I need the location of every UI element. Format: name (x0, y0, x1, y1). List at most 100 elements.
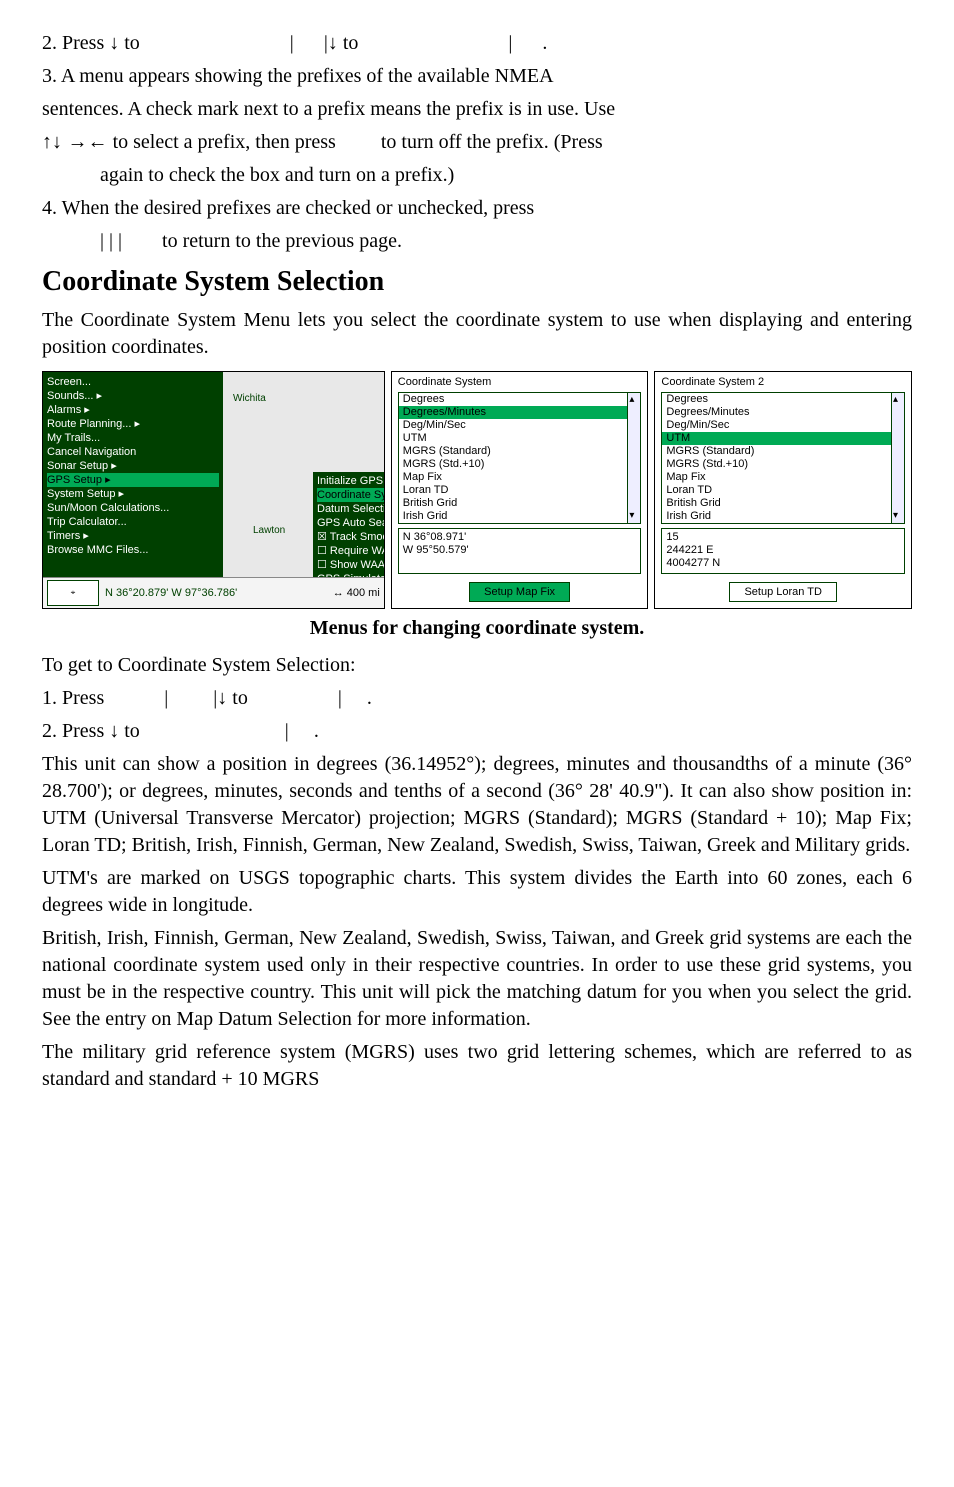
map-city-wichita: Wichita (233, 392, 266, 406)
zoom-scale: ↔ 400 mi (333, 586, 380, 601)
dot: . (314, 720, 319, 742)
step2-to1: to (119, 32, 140, 54)
menu-item[interactable]: My Trails... (47, 431, 219, 445)
list-item[interactable]: Degrees/Minutes (399, 406, 641, 419)
list-item[interactable]: UTM (399, 432, 641, 445)
menu-item[interactable]: Alarms (47, 403, 219, 417)
coord-line: 4004277 N (666, 557, 900, 570)
map-area: Wichita Lawton Initialize GPSCoordinate … (223, 372, 384, 578)
section-heading: Coordinate System Selection (42, 263, 912, 301)
list-item[interactable]: Loran TD (399, 484, 641, 497)
post-intro: To get to Coordinate System Selection: (42, 652, 912, 679)
step2-to2: to (338, 32, 359, 54)
menu-item[interactable]: Sonar Setup (47, 459, 219, 473)
list-item[interactable]: Loran TD (662, 484, 904, 497)
list-item[interactable]: Deg/Min/Sec (399, 419, 641, 432)
setup-loran-td-button[interactable]: Setup Loran TD (729, 582, 836, 603)
list-item[interactable]: MGRS (Std.+10) (662, 458, 904, 471)
dot: . (542, 32, 547, 54)
step-4-line1: 4. When the desired prefixes are checked… (42, 195, 912, 222)
list-item[interactable]: Irish Grid (662, 510, 904, 523)
step-3-line1: 3. A menu appears showing the prefixes o… (42, 63, 912, 90)
scrollbar[interactable] (627, 393, 640, 523)
down-arrow-icon: ↓ (217, 687, 227, 709)
submenu-item[interactable]: ☒ Track Smoothing (317, 530, 384, 544)
step4-return: to return to the previous page. (162, 230, 402, 252)
submenu-item[interactable]: Datum Selection... (317, 502, 384, 516)
body-para-1: This unit can show a position in degrees… (42, 751, 912, 859)
p2a: 2. Press (42, 720, 109, 742)
coordinate-system-list[interactable]: DegreesDegrees/MinutesDeg/Min/SecUTMMGRS… (398, 392, 642, 524)
list-item[interactable]: MGRS (Standard) (399, 445, 641, 458)
down-arrow-icon: ↓ (109, 32, 119, 54)
figure-right-panel: Coordinate System 2 DegreesDegrees/Minut… (654, 371, 912, 610)
list-item[interactable]: Map Fix (662, 471, 904, 484)
pipe: | (290, 32, 294, 54)
submenu-item[interactable]: ☐ Require WAAS (317, 544, 384, 558)
scrollbar[interactable] (891, 393, 904, 523)
step-3-line2: sentences. A check mark next to a prefix… (42, 96, 912, 123)
menu-item[interactable]: System Setup (47, 487, 219, 501)
list-item[interactable]: British Grid (399, 497, 641, 510)
list-item[interactable]: Degrees/Minutes (662, 406, 904, 419)
list-item[interactable]: Irish Grid (399, 510, 641, 523)
menu-item[interactable]: Sun/Moon Calculations... (47, 501, 219, 515)
coordinate-readout: N 36°08.971'W 95°50.579' (398, 528, 642, 574)
body-para-3: British, Irish, Finnish, German, New Zea… (42, 925, 912, 1033)
post-step-1: 1. Press | |↓ to | . (42, 685, 912, 712)
coordinate-system-list-2[interactable]: DegreesDegrees/MinutesDeg/Min/SecUTMMGRS… (661, 392, 905, 524)
pipe: | (508, 32, 512, 54)
menu-item[interactable]: Cancel Navigation (47, 445, 219, 459)
panel-title: Coordinate System (392, 372, 648, 390)
step-3-line3: ↑↓ →← to select a prefix, then press to … (42, 129, 912, 156)
menu-item[interactable]: Screen... (47, 375, 219, 389)
list-item[interactable]: UTM (662, 432, 904, 445)
p1-to: to (227, 687, 248, 709)
p1a: 1. Press (42, 687, 104, 709)
map-city-lawton: Lawton (253, 524, 285, 538)
list-item[interactable]: British Grid (662, 497, 904, 510)
body-para-4: The military grid reference system (MGRS… (42, 1039, 912, 1093)
list-item[interactable]: MGRS (Std.+10) (399, 458, 641, 471)
pipe: | (338, 687, 342, 709)
step3-mid: to select a prefix, then press (108, 131, 336, 153)
down-arrow-icon: ↓ (328, 32, 338, 54)
submenu-item[interactable]: Coordinate System... (317, 488, 384, 502)
gps-setup-submenu: Initialize GPSCoordinate System...Datum … (313, 472, 384, 578)
coord-line: W 95°50.579' (403, 544, 637, 557)
position-icon: ⌖ (47, 580, 99, 606)
submenu-item[interactable]: GPS Auto Search (317, 516, 384, 530)
menu-item[interactable]: Browse MMC Files... (47, 543, 219, 557)
submenu-item[interactable]: GPS Simulator... (317, 572, 384, 578)
menu-item[interactable]: Timers (47, 529, 219, 543)
arrow-keys-icon: ↑↓ →← (42, 131, 108, 153)
post-step-2: 2. Press ↓ to | . (42, 718, 912, 745)
step-3-cont: again to check the box and turn on a pre… (42, 162, 912, 189)
setup-map-fix-button[interactable]: Setup Map Fix (469, 582, 570, 603)
step-4-line2: | | | to return to the previous page. (42, 228, 912, 255)
list-item[interactable]: Degrees (662, 393, 904, 406)
list-item[interactable]: Deg/Min/Sec (662, 419, 904, 432)
menu-item[interactable]: Route Planning... (47, 417, 219, 431)
list-item[interactable]: MGRS (Standard) (662, 445, 904, 458)
menu-item[interactable]: GPS Setup (47, 473, 219, 487)
pipes: | | | (100, 230, 122, 252)
p2-to: to (119, 720, 140, 742)
submenu-item[interactable]: Initialize GPS (317, 474, 384, 488)
figure-left-footer: ⌖ N 36°20.879' W 97°36.786' ↔ 400 mi (43, 577, 384, 608)
menu-item[interactable]: Trip Calculator... (47, 515, 219, 529)
down-arrow-icon: ↓ (109, 720, 119, 742)
coordinate-system-figure: Screen...Sounds...AlarmsRoute Planning..… (42, 371, 912, 610)
coordinate-readout-2: 15 244221 E4004277 N (661, 528, 905, 574)
coord-line: 15 (666, 531, 900, 544)
pipe: | (164, 687, 168, 709)
list-item[interactable]: Map Fix (399, 471, 641, 484)
submenu-item[interactable]: ☐ Show WAAS Alarm (317, 558, 384, 572)
menu-item[interactable]: Sounds... (47, 389, 219, 403)
step2-prefix: 2. Press (42, 32, 109, 54)
list-item[interactable]: Degrees (399, 393, 641, 406)
coord-line: N 36°08.971' (403, 531, 637, 544)
body-para-2: UTM's are marked on USGS topographic cha… (42, 865, 912, 919)
figure-caption: Menus for changing coordinate system. (42, 615, 912, 642)
intro-paragraph: The Coordinate System Menu lets you sele… (42, 307, 912, 361)
